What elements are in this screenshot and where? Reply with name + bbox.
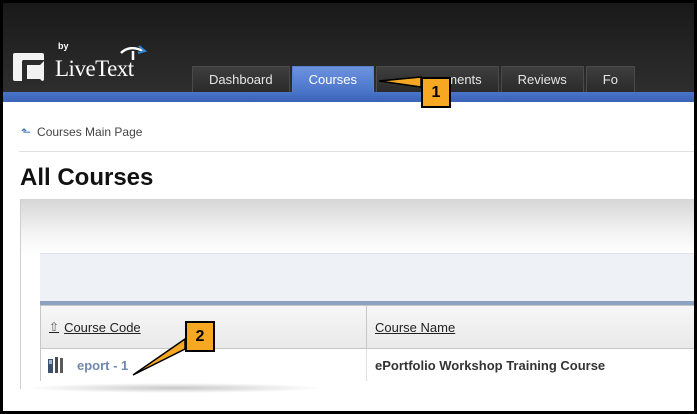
course-code-cell: eport - 1 [41,349,367,381]
grid-header: ⇧ Course Code Course Name [40,305,694,349]
page-title: All Courses [20,164,154,191]
nav-accent-bar [3,92,694,102]
column-header-course-code-label: Course Code [64,319,141,335]
logo-mark [13,53,45,84]
breadcrumb[interactable]: ⬑ Courses Main Page [21,125,142,139]
logo-swoosh-icon [120,45,147,60]
callout-1: 1 [421,77,451,108]
tab-more[interactable]: Fo [585,66,635,92]
course-name-cell: ePortfolio Workshop Training Course [375,357,606,373]
column-header-course-name[interactable]: Course Name [367,306,694,348]
app-header: by LiveText Dashboard Courses uments Rev… [3,3,694,92]
breadcrumb-divider [19,151,694,152]
course-code-link[interactable]: eport - 1 [77,358,128,373]
breadcrumb-label: Courses Main Page [37,125,143,139]
callout-2: 2 [185,321,215,352]
screenshot-frame: by LiveText Dashboard Courses uments Rev… [0,0,697,414]
grid-toolbar [40,253,694,301]
tab-reviews[interactable]: Reviews [500,66,584,92]
courses-grid: ⇧ Course Code Course Name eport - 1 ePor… [40,305,694,381]
tab-dashboard[interactable]: Dashboard [192,66,290,92]
table-row: eport - 1 ePortfolio Workshop Training C… [40,349,694,381]
logo-by: by [58,41,69,51]
main-nav-tabs: Dashboard Courses uments Reviews Fo [192,66,637,92]
grid-shadow [25,383,325,393]
back-arrow-icon: ⬑ [21,125,32,139]
course-books-icon [48,357,63,373]
sort-up-icon: ⇧ [49,320,60,334]
tab-courses[interactable]: Courses [291,66,375,92]
